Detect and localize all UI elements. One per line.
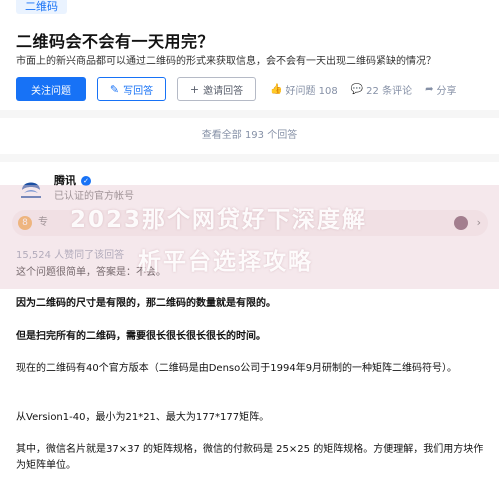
invite-label: 邀请回答 [203,85,244,97]
answer-paragraph: 因为二维码的尺寸是有限的，那二维码的数量就是有限的。 [16,298,276,309]
topic-tag[interactable]: 二维码 [16,0,67,14]
follow-label: 关注问题 [31,85,71,97]
question-title[interactable]: 二维码会不会有一天用完？ [16,32,214,52]
good-question-button[interactable]: 👍 好问题 108 [270,82,338,97]
watermark-line-1: 2023那个网贷好下深度解 [70,207,368,233]
answer-paragraph: 但是扫完所有的二维码，需要很长很长很长很长的时间。 [16,331,266,342]
answer-paragraph: 从Version1-40，最小为21*21、最大为177*177矩阵。 [16,412,270,423]
write-answer-button[interactable]: ✎ 写回答 [97,77,166,101]
answer-paragraph: 现在的二维码有40个官方版本（二维码是由Denso公司于1994年9月研制的一种… [16,363,458,374]
question-actions: 关注问题 ✎ 写回答 + 邀请回答 👍 好问题 108 💬 22 条评论 ➦ 分… [16,77,456,101]
share-button[interactable]: ➦ 分享 [425,82,456,97]
comments-button[interactable]: 💬 22 条评论 [351,82,412,97]
comments-label: 22 条评论 [366,85,413,97]
view-all-answers-link[interactable]: 查看全部 193 个回答 [0,118,499,154]
pencil-icon: ✎ [109,82,120,96]
invite-answer-button[interactable]: + 邀请回答 [177,77,256,101]
answer-paragraph: 其中，微信名片就是37×37 的矩阵规格，微信的付款码是 25×25 的矩阵规格… [16,444,484,471]
write-label: 写回答 [123,85,154,97]
watermark-line-2: 析平台选择攻略 [138,249,313,275]
good-question-label: 好问题 108 [285,85,338,97]
question-detail: 市面上的新兴商品都可以通过二维码的形式来获取信息，会不会有一天出现二维码紧缺的情… [16,56,436,67]
thumbs-up-icon: 👍 [270,83,283,95]
add-user-icon: + [189,82,200,96]
comment-icon: 💬 [350,83,364,95]
share-label: 分享 [436,85,457,97]
share-icon: ➦ [425,83,434,95]
follow-question-button[interactable]: 关注问题 [16,77,86,101]
question-card: 二维码 二维码会不会有一天用完？ 市面上的新兴商品都可以通过二维码的形式来获取信… [0,0,499,110]
